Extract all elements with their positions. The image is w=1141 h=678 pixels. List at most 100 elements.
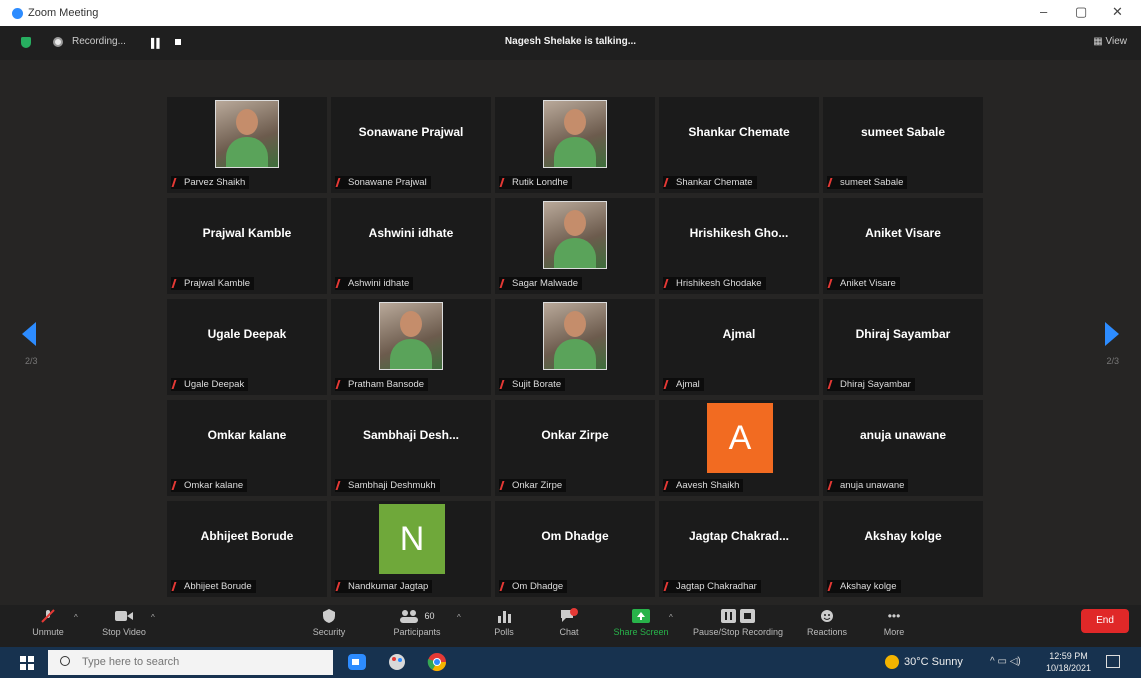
participant-tile[interactable]: Jagtap Chakrad... Jagtap Chakradhar (659, 501, 819, 597)
participant-tile[interactable]: Abhijeet Borude Abhijeet Borude (167, 501, 327, 597)
restore-button[interactable]: ▢ (1075, 4, 1087, 20)
taskbar-clock[interactable]: 12:59 PM 10/18/2021 (1046, 650, 1091, 674)
system-tray-icons[interactable]: ^ ▭ ◁) (990, 656, 1021, 667)
weather-widget[interactable]: 30°C Sunny (885, 655, 963, 669)
participant-tile[interactable]: Hrishikesh Gho... Hrishikesh Ghodake (659, 198, 819, 294)
weather-text: 30°C Sunny (904, 656, 963, 668)
participant-name-label: Jagtap Chakradhar (663, 580, 761, 593)
muted-mic-icon (499, 582, 511, 591)
page-indicator-right: 2/3 (1106, 356, 1119, 366)
taskbar-search-input[interactable] (80, 655, 324, 669)
participant-tile[interactable]: Pratham Bansode (331, 299, 491, 395)
participant-tile[interactable]: Ugale Deepak Ugale Deepak (167, 299, 327, 395)
participant-tile[interactable]: Shankar Chemate Shankar Chemate (659, 97, 819, 193)
muted-mic-icon (499, 481, 511, 490)
paint-app-icon[interactable] (387, 652, 407, 672)
participant-name: Parvez Shaikh (184, 177, 246, 188)
taskbar-search-box[interactable] (48, 650, 333, 675)
participant-display-name: Jagtap Chakrad... (688, 529, 790, 543)
participant-tile[interactable]: Ashwini idhate Ashwini idhate (331, 198, 491, 294)
windows-start-icon[interactable] (20, 656, 34, 670)
security-button[interactable]: Security (307, 605, 351, 647)
participant-tile[interactable]: Prajwal Kamble Prajwal Kamble (167, 198, 327, 294)
app-title: Zoom Meeting (12, 7, 98, 19)
minimize-button[interactable]: – (1040, 4, 1047, 19)
participant-tile[interactable]: Sagar Malwade (495, 198, 655, 294)
audio-options-chevron-icon[interactable]: ^ (74, 613, 78, 622)
participant-name-label: Omkar kalane (171, 479, 248, 492)
share-options-chevron-icon[interactable]: ^ (669, 613, 673, 622)
participants-options-chevron-icon[interactable]: ^ (457, 613, 461, 622)
participant-video (215, 100, 279, 168)
participant-tile[interactable]: Sambhaji Desh... Sambhaji Deshmukh (331, 400, 491, 496)
participant-tile[interactable]: Sujit Borate (495, 299, 655, 395)
participant-tile[interactable]: anuja unawane anuja unawane (823, 400, 983, 496)
muted-mic-icon (171, 279, 183, 288)
share-screen-label: Share Screen (613, 627, 669, 637)
participant-tile[interactable]: Aniket Visare Aniket Visare (823, 198, 983, 294)
participant-display-name: anuja unawane (859, 428, 947, 442)
participant-name: Sujit Borate (512, 379, 562, 390)
participant-tile[interactable]: Dhiraj Sayambar Dhiraj Sayambar (823, 299, 983, 395)
chat-button[interactable]: Chat (555, 605, 583, 647)
stop-video-button[interactable]: Stop Video (97, 605, 151, 647)
participant-display-name: Sambhaji Desh... (362, 428, 460, 442)
windows-taskbar: 30°C Sunny ^ ▭ ◁) 12:59 PM 10/18/2021 (0, 647, 1141, 678)
participant-name-label: Prajwal Kamble (171, 277, 254, 290)
participant-tile[interactable]: Ajmal Ajmal (659, 299, 819, 395)
participant-tile[interactable]: sumeet Sabale sumeet Sabale (823, 97, 983, 193)
participant-tile[interactable]: Onkar Zirpe Onkar Zirpe (495, 400, 655, 496)
participant-tile[interactable]: Parvez Shaikh (167, 97, 327, 193)
muted-mic-icon (171, 178, 183, 187)
participant-tile[interactable]: Rutik Londhe (495, 97, 655, 193)
participant-display-name: Akshay kolge (864, 529, 942, 543)
participant-name: Dhiraj Sayambar (840, 379, 911, 390)
muted-mic-icon (499, 279, 511, 288)
video-options-chevron-icon[interactable]: ^ (151, 613, 155, 622)
participant-name: Pratham Bansode (348, 379, 425, 390)
participants-count: 60 (424, 611, 435, 621)
participant-tile[interactable]: A Aavesh Shaikh (659, 400, 819, 496)
participant-display-name: Dhiraj Sayambar (855, 327, 951, 341)
participant-tile[interactable]: N Nandkumar Jagtap (331, 501, 491, 597)
close-button[interactable]: ✕ (1112, 4, 1123, 20)
muted-mic-icon (663, 178, 675, 187)
notifications-icon[interactable] (1106, 655, 1120, 668)
muted-mic-icon (663, 380, 675, 389)
unmute-button[interactable]: Unmute (28, 605, 68, 647)
polls-label: Polls (494, 627, 514, 637)
end-meeting-button[interactable]: End (1081, 609, 1129, 633)
pause-stop-recording-label: Pause/Stop Recording (692, 627, 784, 637)
view-button[interactable]: ▦ View (1093, 36, 1127, 47)
participant-tile[interactable]: Akshay kolge Akshay kolge (823, 501, 983, 597)
muted-mic-icon (335, 481, 347, 490)
participant-video (543, 100, 607, 168)
participant-name-label: Rutik Londhe (499, 176, 572, 189)
participants-button[interactable]: 60 Participants (388, 605, 446, 647)
muted-mic-icon (171, 380, 183, 389)
participants-icon (400, 610, 419, 623)
participant-video (543, 302, 607, 370)
participant-tile[interactable]: Sonawane Prajwal Sonawane Prajwal (331, 97, 491, 193)
muted-mic-icon (335, 582, 347, 591)
muted-mic-icon (335, 380, 347, 389)
chat-label: Chat (559, 627, 579, 637)
previous-page-arrow-icon[interactable] (22, 322, 36, 346)
reactions-smiley-icon (821, 610, 833, 622)
share-screen-button[interactable]: Share Screen (610, 605, 672, 647)
more-button[interactable]: ••• More (880, 605, 908, 647)
next-page-arrow-icon[interactable] (1105, 322, 1119, 346)
participant-name: Ugale Deepak (184, 379, 245, 390)
security-label: Security (312, 627, 346, 637)
polls-button[interactable]: Polls (490, 605, 518, 647)
participant-avatar: N (379, 504, 445, 574)
participant-tile[interactable]: Om Dhadge Om Dhadge (495, 501, 655, 597)
participant-name: Hrishikesh Ghodake (676, 278, 762, 289)
pause-stop-icon (721, 609, 755, 623)
zoom-app-icon[interactable] (347, 652, 367, 672)
reactions-button[interactable]: Reactions (804, 605, 850, 647)
pause-stop-recording-button[interactable]: Pause/Stop Recording (688, 605, 788, 647)
participant-tile[interactable]: Omkar kalane Omkar kalane (167, 400, 327, 496)
participant-name: Onkar Zirpe (512, 480, 563, 491)
chrome-browser-icon[interactable] (427, 652, 447, 672)
